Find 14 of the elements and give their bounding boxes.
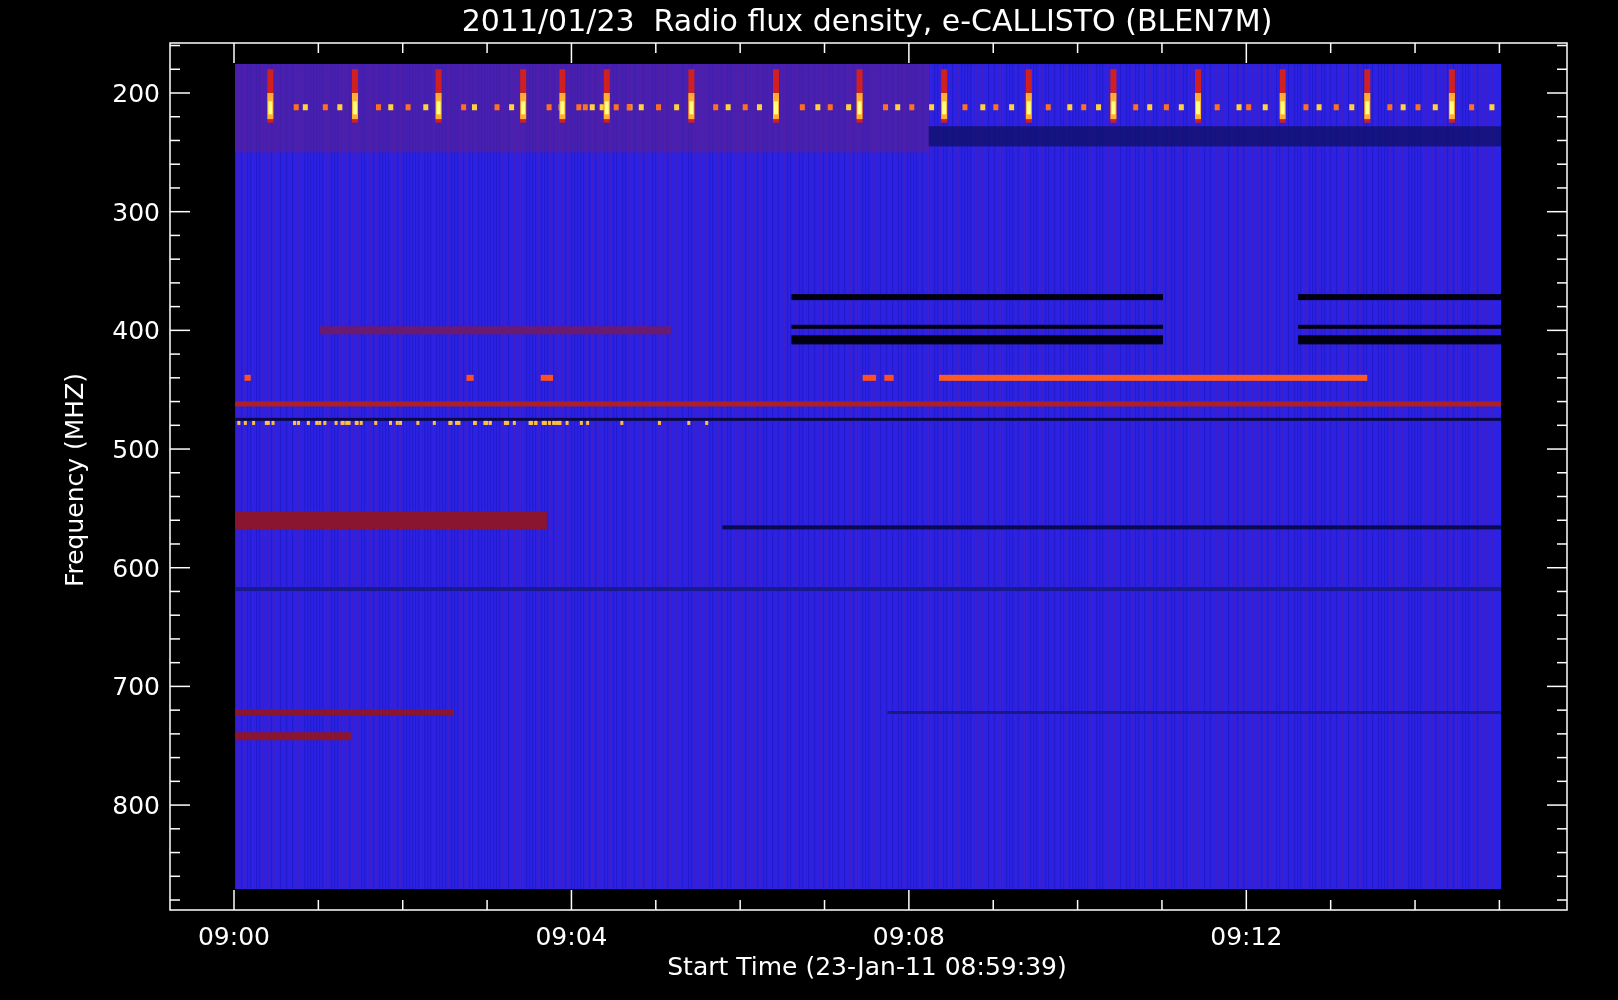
tick-label: 400 (112, 316, 160, 346)
plot-title: 2011/01/23 Radio flux density, e-CALLISTO (BLEN7M) (461, 3, 1273, 38)
axis-label: Start Time (23-Jan-11 08:59:39) (667, 952, 1067, 981)
tick-label: 09:04 (535, 922, 608, 951)
tick-label: 600 (112, 553, 160, 583)
tick-label: 09:00 (198, 922, 270, 951)
tick-label: 500 (112, 435, 160, 465)
tick-label: 700 (112, 672, 160, 702)
tick-label: 09:08 (872, 922, 945, 951)
tick-label: 09:12 (1210, 922, 1283, 951)
tick-label: 800 (112, 791, 160, 821)
tick-label: 300 (112, 197, 160, 227)
tick-label: 200 (112, 79, 160, 108)
axis-label: Frequency (MHZ) (60, 372, 89, 588)
